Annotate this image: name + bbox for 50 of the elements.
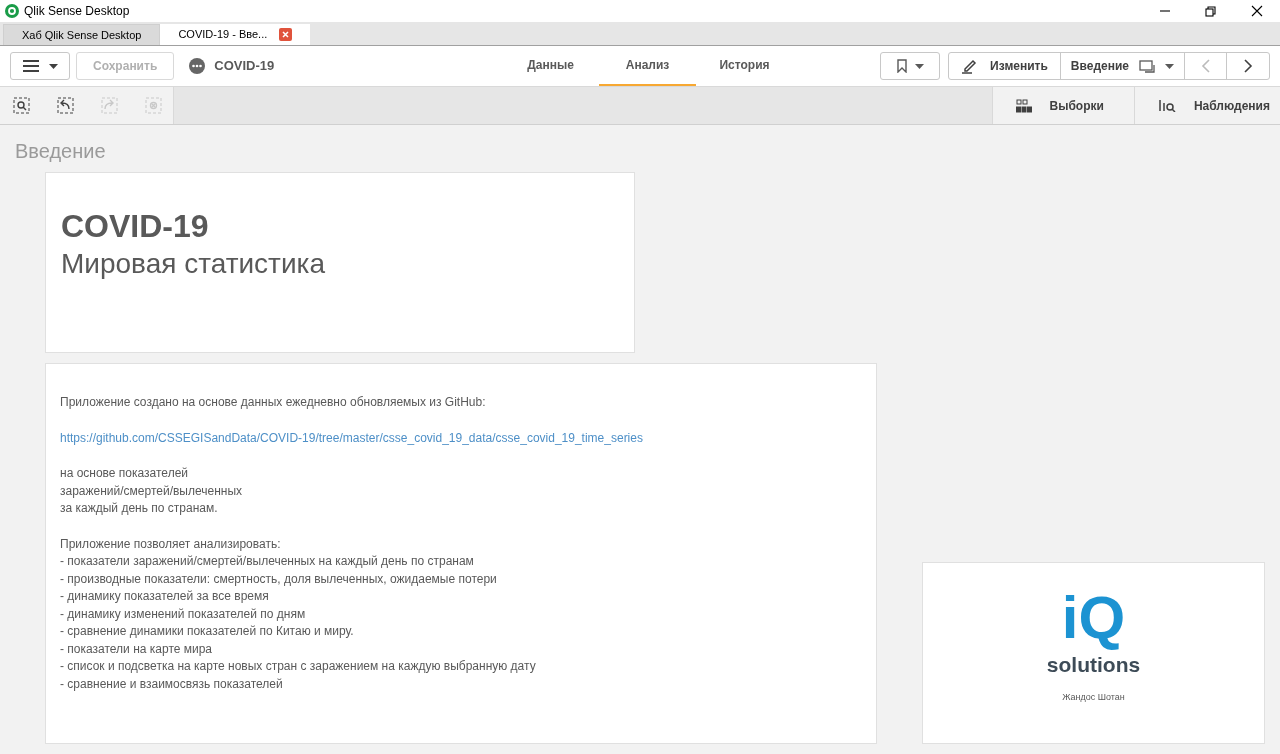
menu-button[interactable]	[10, 52, 70, 80]
browser-tab[interactable]: Хаб Qlik Sense Desktop	[3, 24, 161, 45]
app-logo-icon	[5, 4, 19, 18]
text-line: - производные показатели: смертность, доля вылеченных, ожидаемые потери	[60, 570, 497, 588]
menu-icon	[22, 60, 39, 72]
author-caption: Жандос Шотан	[1062, 691, 1125, 704]
back-tool-button[interactable]	[57, 97, 74, 114]
card-heading: COVID-19	[61, 207, 210, 246]
browser-tab[interactable]: COVID-19 - Вве...	[160, 24, 311, 45]
sheet-button[interactable]: Введение	[1060, 53, 1185, 79]
logo-mark: iQ	[1061, 583, 1126, 653]
text-line: на основе показателей	[60, 465, 188, 482]
text-line: - динамику показателей за все время	[60, 588, 269, 605]
screen-icon	[1139, 59, 1155, 73]
card-subtitle: Мировая статистика	[61, 247, 326, 281]
chevron-left-icon	[1200, 59, 1211, 73]
chevron-right-icon	[1243, 59, 1253, 73]
bars-search-icon	[1158, 99, 1176, 112]
text-line: за каждый день по странам.	[60, 500, 218, 517]
nav-tab[interactable]: Данные	[502, 46, 599, 86]
text-line: - список и подсветка на карте новых стран с заражением на каждую выбранную дату	[60, 658, 536, 675]
text-line: - динамику изменений показателей по дням	[60, 605, 306, 623]
text-line: - показатели на карте мира	[60, 640, 213, 658]
text-line: Приложение позволяет анализировать:	[60, 535, 281, 553]
bookmark-button[interactable]	[880, 52, 941, 80]
window-title: Qlik Sense Desktop	[24, 3, 130, 20]
text-line: заражений/смертей/вылеченных	[60, 482, 243, 500]
bookmark-icon	[896, 59, 907, 73]
github-link[interactable]: https://github.com/CSSEGISandData/COVID-19/tree/master/csse_covid_19_data/csse_covid_19_time_series	[60, 429, 643, 447]
text-line: - показатели заражений/смертей/вылеченных на каждый день по странам	[60, 553, 474, 570]
close-icon	[1250, 5, 1264, 17]
caret-icon	[48, 63, 58, 69]
lasso-tool-button[interactable]	[13, 97, 30, 114]
edit-button[interactable]: Изменить	[949, 53, 1061, 79]
app-name: COVID-19	[214, 57, 275, 76]
caret-icon	[1165, 63, 1174, 69]
insights-button[interactable]: Наблюдения	[1133, 87, 1280, 124]
grid-icon	[1015, 98, 1032, 113]
caret-icon	[914, 63, 924, 69]
logo-wordmark: solutions	[1046, 653, 1141, 677]
close-tab-icon[interactable]	[279, 28, 293, 41]
more-icon	[189, 58, 206, 74]
nav-tab[interactable]: История	[696, 46, 793, 86]
text-line: - сравнение и взаимосвязь показателей	[60, 675, 283, 693]
selections-button[interactable]: Выборки	[991, 87, 1134, 124]
text-line: Приложение создано на основе данных ежедневно обновляемых из GitHub:	[60, 394, 486, 411]
sheet-title: Введение	[15, 139, 107, 164]
restore-icon	[1204, 5, 1218, 17]
pencil-icon	[961, 58, 979, 74]
text-line: - сравнение динамики показателей по Китаю и миру.	[60, 623, 354, 640]
